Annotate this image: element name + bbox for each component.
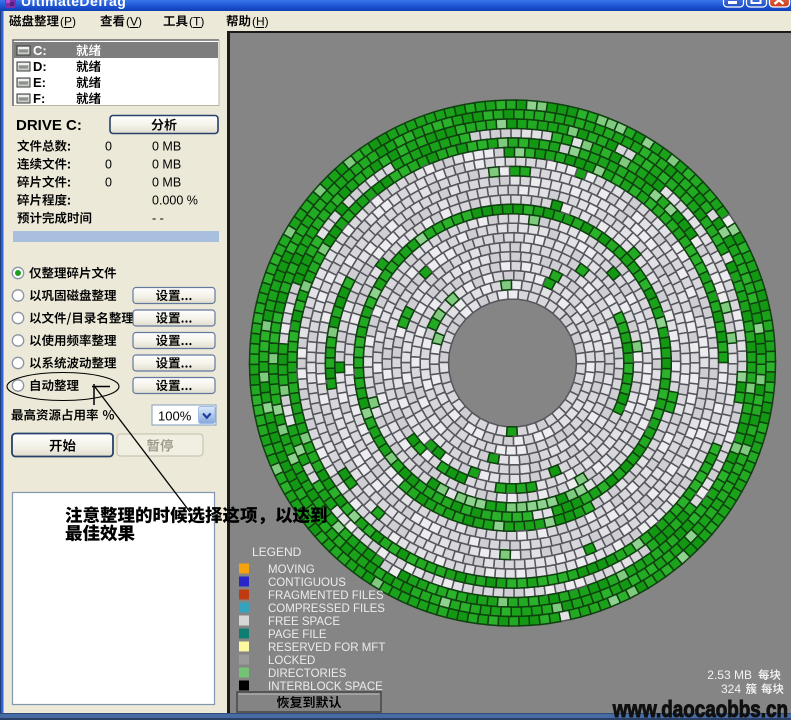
svg-text:DRIVE C:: DRIVE C: [16,117,82,134]
svg-text:CONTIGUOUS: CONTIGUOUS [268,577,346,589]
svg-text:324: 324 [721,682,741,696]
svg-text:(V): (V) [126,15,142,29]
svg-text:www.daocaobbs.cn: www.daocaobbs.cn [612,697,788,720]
svg-text:2.53 MB: 2.53 MB [707,668,752,682]
svg-text:F:: F: [33,91,45,106]
svg-text:0.000 %: 0.000 % [152,194,198,208]
svg-text:E:: E: [33,75,46,90]
svg-text:COMPRESSED FILES: COMPRESSED FILES [268,603,385,615]
svg-text:(T): (T) [189,15,204,29]
svg-text:(H): (H) [252,15,269,29]
svg-text:PAGE FILE: PAGE FILE [268,629,327,641]
svg-text:0: 0 [105,158,112,172]
svg-text:0: 0 [105,140,112,154]
svg-text:LEGEND: LEGEND [252,545,302,559]
svg-text:FREE SPACE: FREE SPACE [268,616,340,628]
svg-text:C:: C: [33,43,47,58]
svg-text:UltimateDefrag: UltimateDefrag [21,0,126,9]
svg-text:D:: D: [33,59,47,74]
svg-text:LOCKED: LOCKED [268,655,315,667]
svg-text:- -: - - [152,212,164,226]
svg-text:FRAGMENTED FILES: FRAGMENTED FILES [268,590,384,602]
svg-text:0 MB: 0 MB [152,140,181,154]
svg-text:0 MB: 0 MB [152,176,181,190]
svg-text:(P): (P) [60,15,76,29]
svg-text:0: 0 [105,176,112,190]
svg-text:0 MB: 0 MB [152,158,181,172]
svg-text:DIRECTORIES: DIRECTORIES [268,668,347,680]
svg-text:RESERVED FOR MFT: RESERVED FOR MFT [268,642,385,654]
svg-text:MOVING: MOVING [268,564,315,576]
svg-text:100%: 100% [158,409,192,424]
